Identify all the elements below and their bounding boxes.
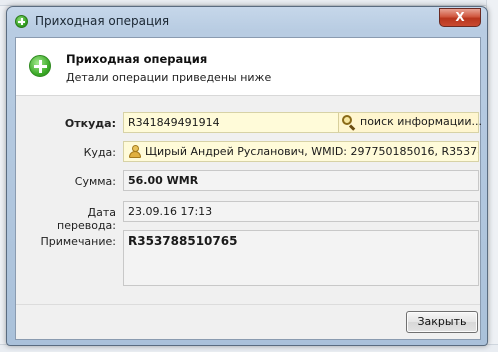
note-label: Примечание: [40, 235, 116, 248]
date-label: Дата перевода: [57, 206, 116, 232]
window-close-button[interactable]: X [439, 8, 481, 27]
title-bar[interactable]: Приходная операция X [7, 7, 487, 35]
amount-field: 56.00 WMR [123, 170, 479, 191]
operation-dialog: Приходная операция X Приходная операция … [6, 6, 488, 346]
date-value: 23.09.16 17:13 [128, 205, 213, 218]
user-icon [129, 145, 141, 158]
dialog-content: Приходная операция Детали операции приве… [15, 37, 482, 340]
to-value: Щирый Андрей Русланович, WMID: 297750185… [145, 145, 478, 158]
from-label: Откуда: [64, 117, 116, 130]
add-circle-icon [15, 15, 28, 28]
date-field: 23.09.16 17:13 [123, 201, 479, 222]
amount-value: 56.00 WMR [128, 174, 199, 187]
to-label: Куда: [83, 146, 116, 159]
close-icon: X [455, 10, 465, 24]
close-button[interactable]: Закрыть [406, 311, 478, 333]
search-icon [342, 115, 356, 131]
amount-label: Сумма: [74, 175, 116, 188]
lookup-info-label: поиск информации... [360, 115, 483, 128]
header-title: Приходная операция [66, 52, 208, 66]
note-value: R353788510765 [128, 234, 238, 248]
note-field[interactable]: R353788510765 [123, 230, 479, 286]
dialog-header: Приходная операция Детали операции приве… [16, 38, 480, 96]
header-subtitle: Детали операции приведены ниже [66, 71, 272, 84]
window-title: Приходная операция [35, 14, 170, 28]
lookup-info-button[interactable]: поиск информации... [338, 113, 482, 132]
to-field[interactable]: Щирый Андрей Русланович, WMID: 297750185… [123, 141, 479, 162]
incoming-operation-icon [29, 55, 51, 77]
from-value: R341849491914 [128, 116, 220, 129]
